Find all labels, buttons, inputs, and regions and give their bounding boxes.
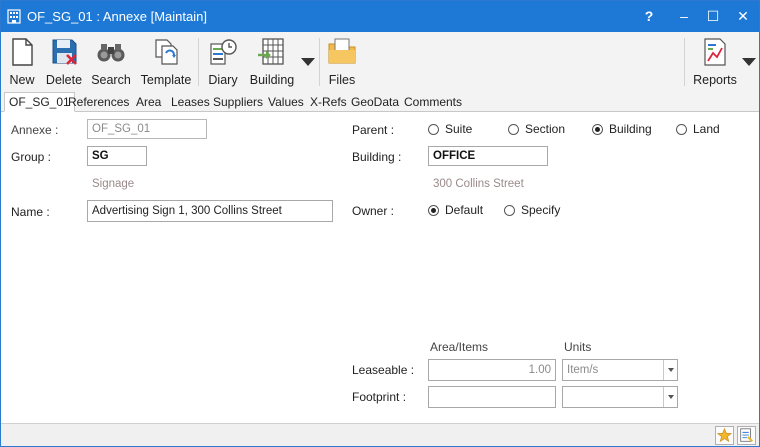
leaseable-label: Leaseable : <box>352 363 415 377</box>
group-description: Signage <box>92 178 135 190</box>
tab-values[interactable]: Values <box>268 94 304 112</box>
delete-button[interactable]: Delete <box>43 36 85 90</box>
annexe-label: Annexe : <box>11 123 59 137</box>
name-label: Name : <box>11 205 50 219</box>
group-label: Group : <box>11 150 52 164</box>
leaseable-area-field[interactable]: 1.00 <box>428 359 556 381</box>
owner-label: Owner : <box>352 204 395 218</box>
tab-comments[interactable]: Comments <box>404 94 462 112</box>
template-button[interactable]: Template <box>137 36 195 90</box>
reports-dropdown-arrow[interactable] <box>742 58 756 66</box>
building-field[interactable]: OFFICE <box>428 146 548 166</box>
tab-general[interactable]: OF_SG_01 <box>4 92 75 112</box>
status-bar <box>1 423 759 446</box>
units-header: Units <box>564 340 592 354</box>
building-grid-icon <box>258 38 284 65</box>
name-field[interactable]: Advertising Sign 1, 300 Collins Street <box>87 200 333 222</box>
footprint-area-field[interactable] <box>428 386 556 408</box>
template-icon <box>155 39 178 65</box>
parent-radio-building[interactable] <box>592 124 603 135</box>
tab-geodata[interactable]: GeoData <box>351 94 399 112</box>
owner-option-specify-label[interactable]: Specify <box>521 203 560 217</box>
building-button[interactable]: Building <box>246 36 298 90</box>
toolbar-separator <box>319 38 320 86</box>
owner-radio-default[interactable] <box>428 205 439 216</box>
parent-radio-suite[interactable] <box>428 124 439 135</box>
tab-leases[interactable]: Leases <box>171 94 210 112</box>
parent-radio-land[interactable] <box>676 124 687 135</box>
reports-button[interactable]: Reports <box>691 36 739 90</box>
diary-button[interactable]: Diary <box>204 36 242 90</box>
footprint-units-select[interactable] <box>562 386 678 408</box>
leaseable-units-select[interactable]: Item/s <box>562 359 678 381</box>
toolbar-separator <box>198 38 199 86</box>
building-dropdown-arrow[interactable] <box>301 58 315 66</box>
search-button[interactable]: Search <box>89 36 133 90</box>
tab-suppliers[interactable]: Suppliers <box>213 94 263 112</box>
parent-label: Parent : <box>352 123 395 137</box>
owner-option-default-label[interactable]: Default <box>445 203 483 217</box>
close-button[interactable]: ✕ <box>728 1 758 32</box>
leaseable-units-value: Item/s <box>567 364 599 376</box>
building-description: 300 Collins Street <box>433 178 524 190</box>
window-title: OF_SG_01 : Annexe [Maintain] <box>27 9 207 24</box>
group-field[interactable]: SG <box>87 146 147 166</box>
parent-option-suite-label[interactable]: Suite <box>445 122 472 136</box>
form-panel: Annexe : OF_SG_01 Group : SG Signage Nam… <box>1 112 759 423</box>
toolbar: New Delete Search Template Diary Buildin… <box>1 32 759 92</box>
report-chart-icon <box>704 38 726 66</box>
new-document-icon <box>12 38 33 66</box>
area-items-header: Area/Items <box>430 340 489 354</box>
tab-xrefs[interactable]: X-Refs <box>310 94 347 112</box>
toolbar-separator <box>684 38 685 86</box>
building-icon <box>7 9 21 24</box>
notes-icon <box>740 428 754 443</box>
chevron-down-icon[interactable] <box>663 387 677 407</box>
delete-disk-icon <box>52 39 77 65</box>
parent-radio-section[interactable] <box>508 124 519 135</box>
star-icon <box>716 427 733 443</box>
parent-option-section-label[interactable]: Section <box>525 122 565 136</box>
notes-button[interactable] <box>737 426 756 445</box>
annexe-window: OF_SG_01 : Annexe [Maintain] ? – ☐ ✕ New… <box>0 0 760 447</box>
minimize-button[interactable]: – <box>669 1 699 32</box>
parent-option-building-label[interactable]: Building <box>609 122 652 136</box>
maximize-button[interactable]: ☐ <box>698 1 728 32</box>
folder-icon <box>328 38 356 64</box>
tab-bar: OF_SG_01 References Area Leases Supplier… <box>1 92 759 112</box>
binoculars-icon <box>97 44 125 62</box>
new-button[interactable]: New <box>3 36 41 90</box>
building-label: Building : <box>352 150 402 164</box>
tab-references[interactable]: References <box>68 94 129 112</box>
chevron-down-icon[interactable] <box>663 360 677 380</box>
favorite-button[interactable] <box>715 426 734 445</box>
owner-radio-specify[interactable] <box>504 205 515 216</box>
footprint-label: Footprint : <box>352 390 407 404</box>
title-bar[interactable]: OF_SG_01 : Annexe [Maintain] ? – ☐ ✕ <box>1 1 759 32</box>
diary-clock-icon <box>210 39 237 65</box>
files-button[interactable]: Files <box>324 36 360 90</box>
help-button[interactable]: ? <box>634 1 664 32</box>
tab-area[interactable]: Area <box>136 94 161 112</box>
parent-option-land-label[interactable]: Land <box>693 122 720 136</box>
annexe-field[interactable]: OF_SG_01 <box>87 119 207 139</box>
